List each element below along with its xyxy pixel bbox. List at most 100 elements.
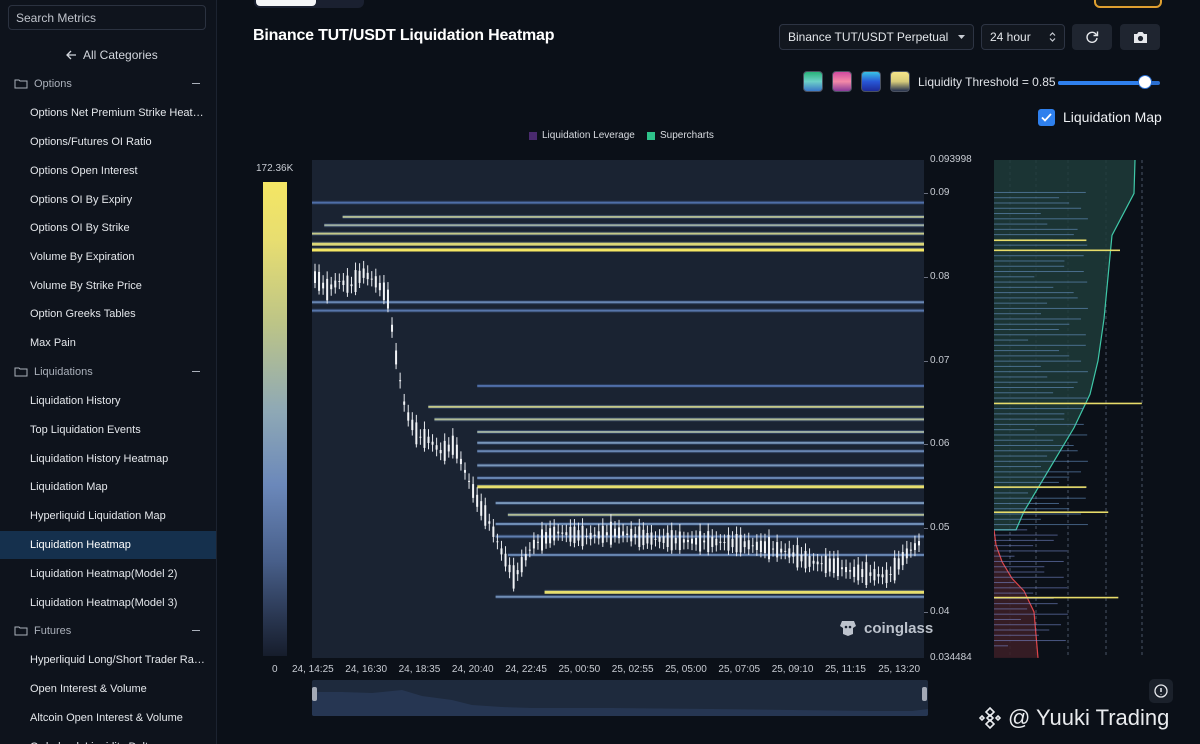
all-categories-link[interactable]: All Categories xyxy=(66,46,158,64)
sidebar-item-altcoin-open-interest[interactable]: Altcoin Open Interest & Volume xyxy=(0,704,216,732)
sidebar-item-volume-by-strike[interactable]: Volume By Strike Price xyxy=(0,272,216,300)
sidebar-item-options-oi-by-expiry[interactable]: Options OI By Expiry xyxy=(0,186,216,214)
side-level-bar xyxy=(994,444,1074,446)
sidebar-item-options-net-premium[interactable]: Options Net Premium Strike Heat… xyxy=(0,99,216,127)
sidebar-item-liquidation-history[interactable]: Liquidation History xyxy=(0,387,216,415)
legend-liquidation-leverage[interactable]: Liquidation Leverage xyxy=(529,130,635,141)
y-tick-label: 0.07 xyxy=(930,354,950,366)
price-candle-body xyxy=(577,530,580,541)
price-candle-body xyxy=(378,282,381,291)
price-candle-body xyxy=(374,276,377,288)
search-input[interactable] xyxy=(9,6,205,29)
price-candle-body xyxy=(597,531,600,539)
liquidation-level-line xyxy=(312,201,924,204)
x-tick-label: 25, 11:15 xyxy=(825,664,866,675)
navigator-left-handle[interactable] xyxy=(312,687,317,701)
page-title: Binance TUT/USDT Liquidation Heatmap xyxy=(253,27,555,44)
side-level-bar xyxy=(994,297,1078,299)
navigator-right-handle[interactable] xyxy=(922,687,927,701)
side-level-bar xyxy=(994,508,1070,510)
price-candle-body xyxy=(678,531,681,551)
sidebar-item-open-interest-volume[interactable]: Open Interest & Volume xyxy=(0,675,216,703)
price-candle-body xyxy=(877,574,880,577)
sidebar-item-top-liquidation-events[interactable]: Top Liquidation Events xyxy=(0,416,216,444)
collapse-icon[interactable] xyxy=(192,371,200,372)
y-tick-label: 0.05 xyxy=(930,522,950,534)
sidebar-item-hyperliquid-liquidation-map[interactable]: Hyperliquid Liquidation Map xyxy=(0,502,216,530)
sidebar-item-liquidation-history-heatmap[interactable]: Liquidation History Heatmap xyxy=(0,445,216,473)
sidebar-item-options-open-interest[interactable]: Options Open Interest xyxy=(0,157,216,185)
heatmap-plot[interactable] xyxy=(312,160,924,658)
screenshot-button[interactable] xyxy=(1120,24,1160,50)
sidebar-item-orderbook-liquidity-delta[interactable]: Orderbook Liquidity Delta xyxy=(0,733,216,744)
price-candle-body xyxy=(561,532,564,534)
sidebar-item-options-oi-by-strike[interactable]: Options OI By Strike xyxy=(0,214,216,242)
side-level-bar xyxy=(994,539,1054,541)
liquidation-map-label[interactable]: Liquidation Map xyxy=(1063,109,1162,125)
search-box[interactable] xyxy=(8,5,206,30)
side-level-bar xyxy=(994,286,1054,288)
view-toggle-active[interactable] xyxy=(256,0,316,6)
price-candle-body xyxy=(792,552,795,557)
x-tick-label: 25, 09:10 xyxy=(771,664,814,675)
price-candle-body xyxy=(350,284,353,287)
sidebar-item-liquidation-heatmap-model-3[interactable]: Liquidation Heatmap(Model 3) xyxy=(0,589,216,617)
sidebar-item-options-futures-oi-ratio[interactable]: Options/Futures OI Ratio xyxy=(0,128,216,156)
sidebar-item-liquidation-heatmap-model-2[interactable]: Liquidation Heatmap(Model 2) xyxy=(0,560,216,588)
slider-thumb[interactable] xyxy=(1137,75,1152,89)
price-candle-body xyxy=(492,526,495,537)
liquidation-level-line xyxy=(312,248,924,252)
color-scheme-yellow-navy[interactable] xyxy=(890,71,910,92)
side-level-bar xyxy=(994,318,1081,320)
y-tick-mark xyxy=(924,528,928,530)
side-highlight-level xyxy=(994,596,1119,599)
price-candle-body xyxy=(626,533,629,536)
time-range-navigator[interactable] xyxy=(312,680,928,716)
chevron-updown-icon xyxy=(1049,32,1056,42)
color-scheme-blue-cyan[interactable] xyxy=(861,71,881,92)
price-candle-body xyxy=(918,541,920,546)
interval-select[interactable]: 24 hour xyxy=(981,24,1065,50)
sidebar-item-option-greeks[interactable]: Option Greeks Tables xyxy=(0,300,216,328)
view-toggle[interactable] xyxy=(254,0,364,8)
color-scheme-green-blue[interactable] xyxy=(803,71,823,92)
sidebar-item-max-pain[interactable]: Max Pain xyxy=(0,329,216,357)
price-candle-body xyxy=(395,350,398,365)
liquidity-threshold-slider[interactable] xyxy=(1058,75,1160,89)
liquidation-level-line xyxy=(324,224,924,227)
side-level-bar xyxy=(994,265,1065,267)
sidebar-item-liquidation-map[interactable]: Liquidation Map xyxy=(0,473,216,501)
side-level-bar xyxy=(994,529,1028,531)
sidebar-item-volume-by-expiration[interactable]: Volume By Expiration xyxy=(0,243,216,271)
price-candle-body xyxy=(682,539,685,543)
promo-button[interactable] xyxy=(1094,0,1162,8)
price-candle-body xyxy=(881,574,884,578)
refresh-button[interactable] xyxy=(1072,24,1112,50)
price-candle-body xyxy=(909,549,912,551)
price-candle-body xyxy=(893,557,896,581)
x-axis: 24, 14:25 24, 16:30 24, 18:35 24, 20:40 24, … xyxy=(292,664,932,678)
liquidation-map-checkbox[interactable] xyxy=(1038,109,1055,126)
collapse-icon[interactable] xyxy=(192,83,200,84)
pair-select[interactable]: Binance TUT/USDT Perpetual xyxy=(779,24,974,50)
price-candle-body xyxy=(816,561,819,565)
side-level-bar xyxy=(994,234,1074,236)
price-candle-body xyxy=(861,569,864,578)
collapse-icon[interactable] xyxy=(192,630,200,631)
interval-select-value: 24 hour xyxy=(990,30,1031,44)
group-liquidations[interactable]: Liquidations xyxy=(0,360,216,384)
side-level-bar xyxy=(994,497,1086,499)
camera-icon xyxy=(1133,31,1147,43)
price-candle-body xyxy=(565,532,568,536)
color-scheme-magenta[interactable] xyxy=(832,71,852,92)
side-level-bar xyxy=(994,518,1041,520)
legend-supercharts[interactable]: Supercharts xyxy=(647,130,714,141)
sidebar-item-liquidation-heatmap[interactable]: Liquidation Heatmap xyxy=(0,531,216,559)
group-futures[interactable]: Futures xyxy=(0,619,216,643)
liquidation-level-line xyxy=(342,215,924,218)
sidebar-item-hyperliquid-long-short[interactable]: Hyperliquid Long/Short Trader Ra… xyxy=(0,646,216,674)
info-button[interactable] xyxy=(1149,679,1173,703)
side-level-bar xyxy=(994,524,1088,526)
x-tick-label: 25, 13:20 xyxy=(878,664,921,675)
group-options[interactable]: Options xyxy=(0,72,216,96)
